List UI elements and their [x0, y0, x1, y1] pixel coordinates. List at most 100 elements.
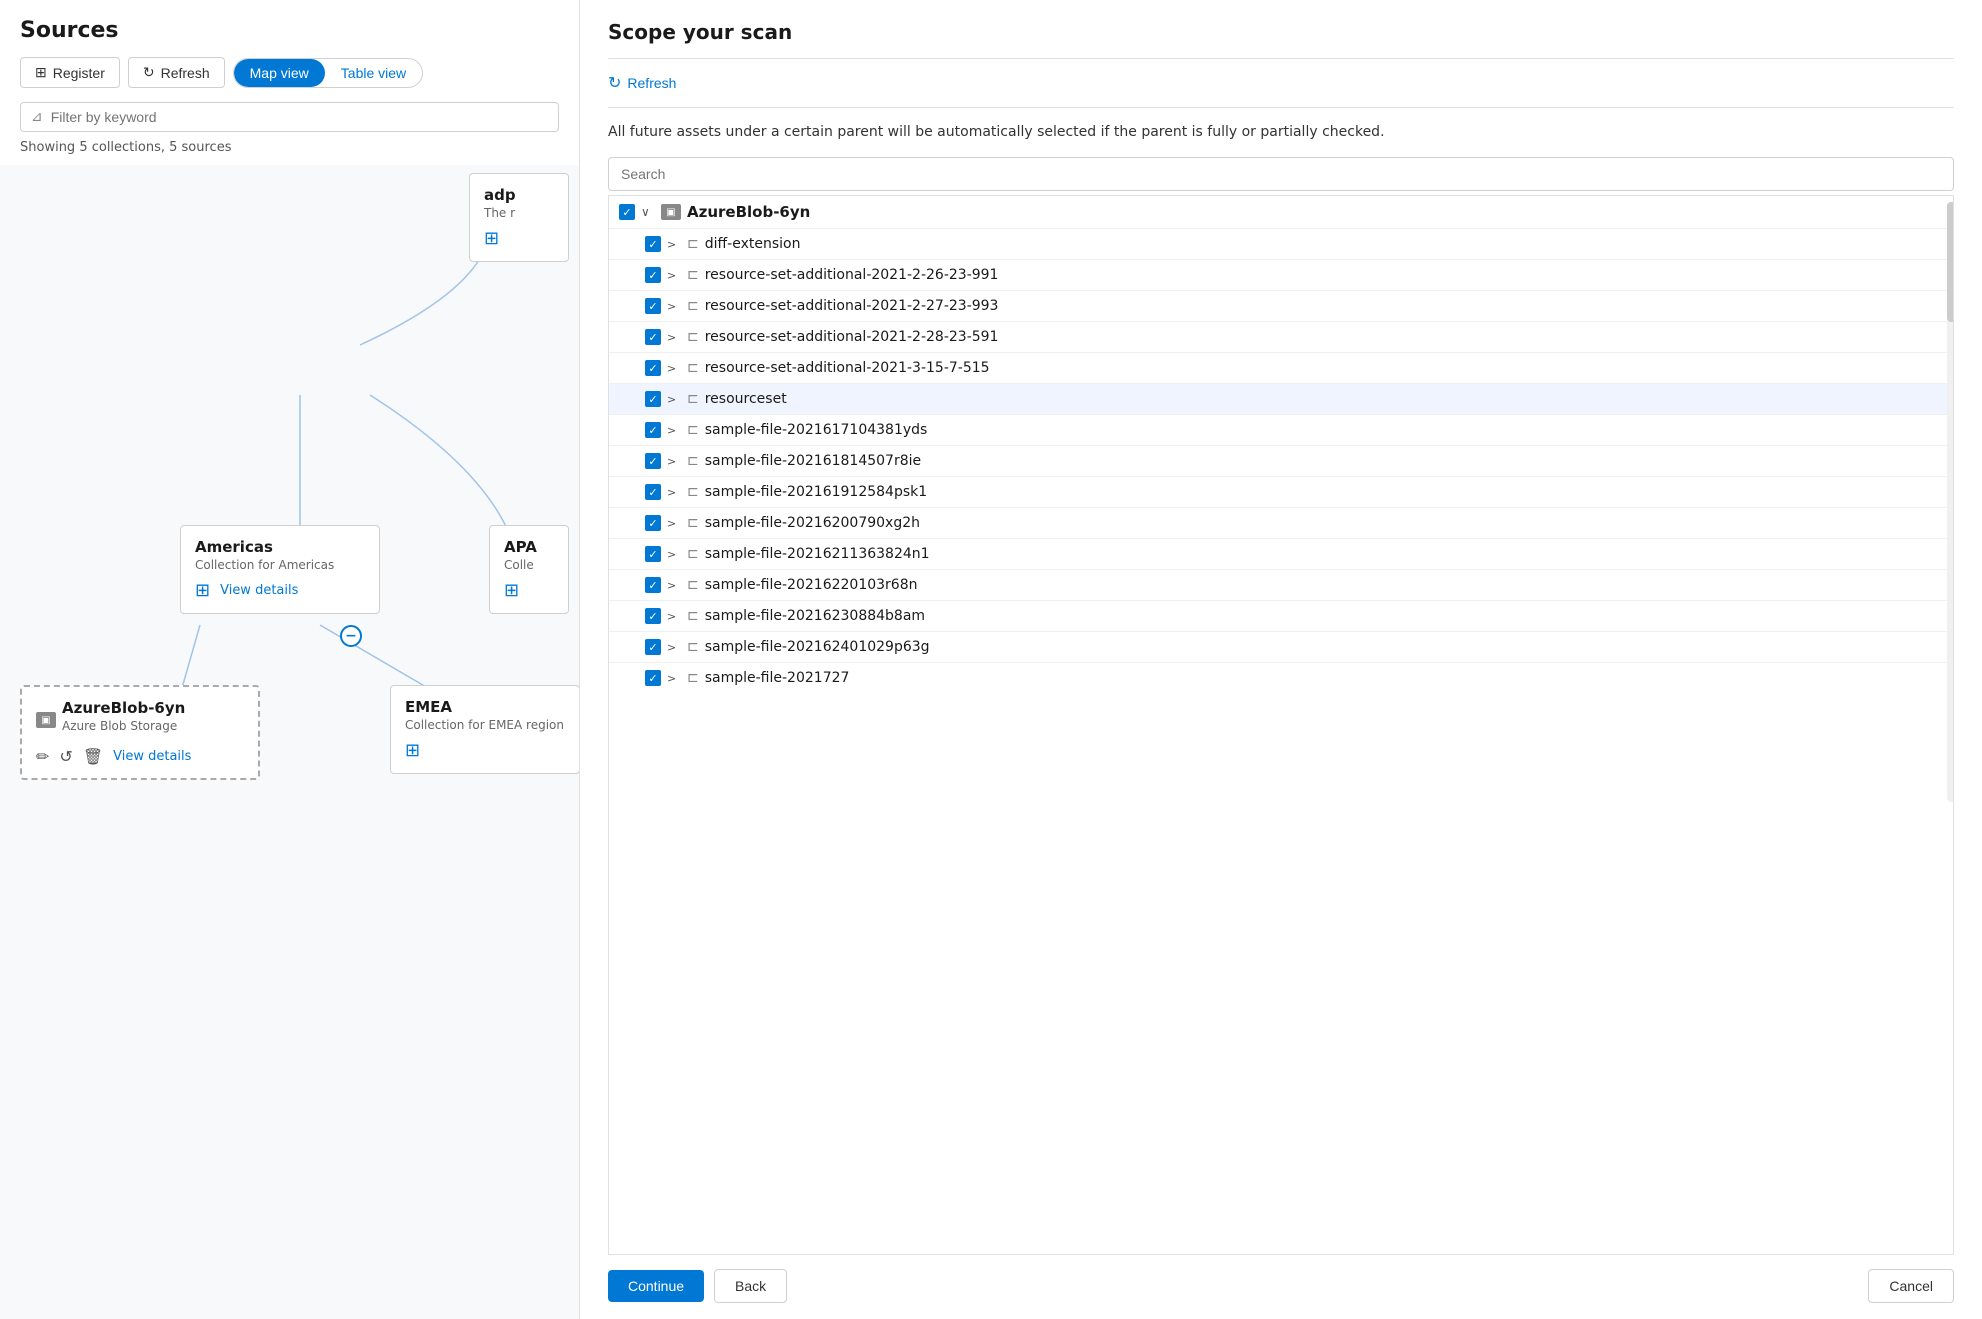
- tree-item[interactable]: ✓ > ⊏ sample-file-20216230884b8am: [609, 601, 1953, 632]
- filter-input[interactable]: [51, 109, 548, 125]
- tree-item[interactable]: ✓ > ⊏ sample-file-2021617104381yds: [609, 415, 1953, 446]
- info-text: All future assets under a certain parent…: [608, 122, 1954, 143]
- filter-bar: ⊿: [20, 102, 559, 132]
- tree-item[interactable]: ✓ > ⊏ sample-file-202161912584psk1: [609, 477, 1953, 508]
- edit-icon[interactable]: ✏: [36, 747, 49, 766]
- item-chevron-12[interactable]: >: [667, 610, 681, 623]
- tree-items-container: ✓ > ⊏ diff-extension ✓ > ⊏ resource-set-…: [609, 229, 1953, 693]
- item-label-4: resource-set-additional-2021-3-15-7-515: [705, 360, 1943, 376]
- item-chevron-4[interactable]: >: [667, 362, 681, 375]
- americas-subtitle: Collection for Americas: [195, 558, 365, 572]
- scope-search-input[interactable]: [608, 157, 1954, 191]
- right-panel: Scope your scan ↻ Refresh All future ass…: [580, 0, 1982, 1319]
- refresh-icon-right: ↻: [608, 73, 621, 93]
- tree-item[interactable]: ✓ > ⊏ sample-file-20216200790xg2h: [609, 508, 1953, 539]
- item-checkbox-14[interactable]: ✓: [645, 670, 661, 686]
- left-header: Sources ⊞ Register ↻ Refresh Map view Ta…: [0, 0, 579, 165]
- item-checkbox-3[interactable]: ✓: [645, 329, 661, 345]
- root-label: AzureBlob-6yn: [687, 203, 1937, 221]
- adp-title: adp: [484, 186, 554, 204]
- delete-icon[interactable]: 🗑: [83, 747, 103, 766]
- item-checkbox-12[interactable]: ✓: [645, 608, 661, 624]
- item-chevron-11[interactable]: >: [667, 579, 681, 592]
- tree-item[interactable]: ✓ > ⊏ resource-set-additional-2021-2-26-…: [609, 260, 1953, 291]
- americas-grid-icon[interactable]: ⊞: [195, 580, 210, 601]
- showing-text: Showing 5 collections, 5 sources: [20, 140, 559, 155]
- tree-item[interactable]: ✓ > ⊏ sample-file-202162401029p63g: [609, 632, 1953, 663]
- table-view-button[interactable]: Table view: [325, 59, 422, 87]
- panel-footer: Continue Back Cancel: [608, 1269, 1954, 1303]
- continue-button[interactable]: Continue: [608, 1270, 704, 1302]
- item-checkbox-6[interactable]: ✓: [645, 422, 661, 438]
- tree-item[interactable]: ✓ > ⊏ sample-file-20216220103r68n: [609, 570, 1953, 601]
- folder-icon-6: ⊏: [687, 422, 699, 438]
- adp-grid-icon[interactable]: ⊞: [484, 228, 499, 249]
- root-checkbox[interactable]: ✓: [619, 204, 635, 220]
- item-label-3: resource-set-additional-2021-2-28-23-591: [705, 329, 1943, 345]
- tree-item[interactable]: ✓ > ⊏ diff-extension: [609, 229, 1953, 260]
- item-label-1: resource-set-additional-2021-2-26-23-991: [705, 267, 1943, 283]
- item-checkbox-7[interactable]: ✓: [645, 453, 661, 469]
- item-chevron-2[interactable]: >: [667, 300, 681, 313]
- item-chevron-10[interactable]: >: [667, 548, 681, 561]
- item-label-0: diff-extension: [705, 236, 1943, 252]
- emea-node: EMEA Collection for EMEA region ⊞: [390, 685, 579, 774]
- americas-view-details[interactable]: View details: [220, 583, 298, 598]
- item-chevron-3[interactable]: >: [667, 331, 681, 344]
- sync-icon[interactable]: ↺: [59, 747, 72, 766]
- refresh-button-left[interactable]: ↻ Refresh: [128, 57, 225, 88]
- item-checkbox-10[interactable]: ✓: [645, 546, 661, 562]
- item-label-6: sample-file-2021617104381yds: [705, 422, 1943, 438]
- item-chevron-6[interactable]: >: [667, 424, 681, 437]
- toolbar: ⊞ Register ↻ Refresh Map view Table view: [20, 57, 559, 88]
- apa-subtitle: Colle: [504, 558, 554, 572]
- item-chevron-13[interactable]: >: [667, 641, 681, 654]
- item-label-7: sample-file-202161814507r8ie: [705, 453, 1943, 469]
- folder-icon-9: ⊏: [687, 515, 699, 531]
- tree-root-row[interactable]: ✓ ∨ ▣ AzureBlob-6yn: [609, 196, 1953, 229]
- item-chevron-1[interactable]: >: [667, 269, 681, 282]
- tree-item[interactable]: ✓ > ⊏ sample-file-202161814507r8ie: [609, 446, 1953, 477]
- tree-item[interactable]: ✓ > ⊏ sample-file-20216211363824n1: [609, 539, 1953, 570]
- register-button[interactable]: ⊞ Register: [20, 57, 120, 88]
- tree-item[interactable]: ✓ > ⊏ resourceset: [609, 384, 1953, 415]
- item-chevron-0[interactable]: >: [667, 238, 681, 251]
- panel-title: Scope your scan: [608, 20, 1954, 44]
- item-chevron-7[interactable]: >: [667, 455, 681, 468]
- azure-blob-view-details[interactable]: View details: [113, 749, 191, 764]
- tree-container[interactable]: ✓ ∨ ▣ AzureBlob-6yn ✓ > ⊏ diff-extension…: [608, 195, 1954, 1255]
- tree-item[interactable]: ✓ > ⊏ resource-set-additional-2021-3-15-…: [609, 353, 1953, 384]
- cancel-button[interactable]: Cancel: [1868, 1269, 1954, 1303]
- item-checkbox-8[interactable]: ✓: [645, 484, 661, 500]
- left-panel: Sources ⊞ Register ↻ Refresh Map view Ta…: [0, 0, 580, 1319]
- tree-item[interactable]: ✓ > ⊏ sample-file-2021727: [609, 663, 1953, 693]
- root-chevron[interactable]: ∨: [641, 205, 655, 219]
- back-button[interactable]: Back: [714, 1269, 787, 1303]
- tree-item[interactable]: ✓ > ⊏ resource-set-additional-2021-2-27-…: [609, 291, 1953, 322]
- item-checkbox-11[interactable]: ✓: [645, 577, 661, 593]
- apa-node: APA Colle ⊞: [489, 525, 569, 614]
- tree-item[interactable]: ✓ > ⊏ resource-set-additional-2021-2-28-…: [609, 322, 1953, 353]
- item-checkbox-2[interactable]: ✓: [645, 298, 661, 314]
- adp-subtitle: The r: [484, 206, 554, 220]
- item-checkbox-0[interactable]: ✓: [645, 236, 661, 252]
- item-checkbox-9[interactable]: ✓: [645, 515, 661, 531]
- item-chevron-5[interactable]: >: [667, 393, 681, 406]
- emea-subtitle: Collection for EMEA region: [405, 718, 565, 732]
- item-label-2: resource-set-additional-2021-2-27-23-993: [705, 298, 1943, 314]
- item-label-11: sample-file-20216220103r68n: [705, 577, 1943, 593]
- folder-icon-8: ⊏: [687, 484, 699, 500]
- refresh-button-right[interactable]: ↻ Refresh: [608, 73, 1954, 93]
- item-chevron-9[interactable]: >: [667, 517, 681, 530]
- apa-grid-icon[interactable]: ⊞: [504, 580, 519, 601]
- map-view-button[interactable]: Map view: [234, 59, 325, 87]
- item-chevron-14[interactable]: >: [667, 672, 681, 685]
- item-checkbox-13[interactable]: ✓: [645, 639, 661, 655]
- emea-grid-icon[interactable]: ⊞: [405, 740, 420, 761]
- item-checkbox-4[interactable]: ✓: [645, 360, 661, 376]
- divider-mid: [608, 107, 1954, 108]
- collapse-circle[interactable]: −: [340, 625, 362, 647]
- item-checkbox-1[interactable]: ✓: [645, 267, 661, 283]
- item-checkbox-5[interactable]: ✓: [645, 391, 661, 407]
- item-chevron-8[interactable]: >: [667, 486, 681, 499]
